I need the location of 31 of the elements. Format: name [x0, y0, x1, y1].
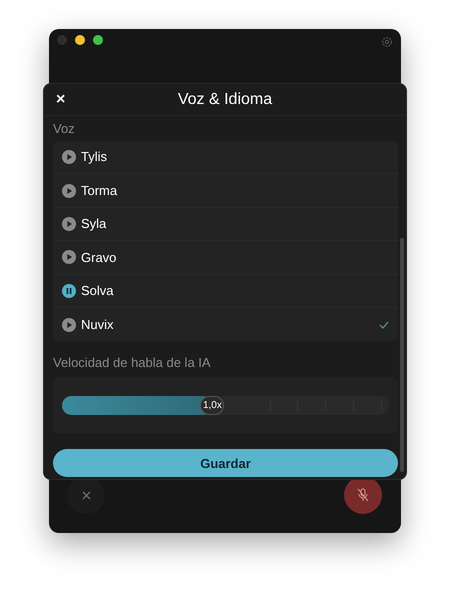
voice-row[interactable]: Syla — [53, 208, 398, 242]
voice-row[interactable]: Gravo — [53, 241, 398, 275]
play-icon[interactable] — [62, 250, 76, 264]
voice-row[interactable]: Solva — [53, 274, 398, 308]
section-label: Voz — [53, 120, 76, 138]
play-icon[interactable] — [62, 150, 76, 164]
zoom-window-button[interactable] — [93, 35, 103, 45]
voice-row[interactable]: Tylis — [53, 141, 398, 174]
voice-name: Syla — [81, 215, 108, 234]
play-icon[interactable] — [62, 318, 76, 332]
voice-name: Nuvix — [81, 316, 115, 334]
voice-row[interactable]: Torma — [53, 174, 398, 208]
play-icon[interactable] — [62, 184, 76, 198]
voice-name: Solva — [81, 282, 115, 300]
pause-icon[interactable] — [62, 284, 76, 298]
save-button[interactable]: Guardar — [53, 449, 398, 478]
settings-icon[interactable] — [381, 36, 393, 48]
minimize-window-button[interactable] — [75, 35, 85, 45]
section-label: Velocidad de habla de la IA — [53, 354, 212, 372]
muted-microphone-icon — [357, 488, 369, 502]
checkmark-icon — [379, 320, 389, 329]
slider-thumb[interactable]: 1,0x — [200, 396, 224, 415]
voice-name: Gravo — [81, 248, 118, 267]
play-icon[interactable] — [62, 216, 76, 231]
voice-name: Tylis — [81, 148, 108, 166]
speed-slider-track[interactable]: 1,0x — [62, 396, 389, 415]
voice-name: Torma — [81, 182, 118, 200]
close-button[interactable]: × — [56, 90, 66, 110]
sheet-title: Voz & Idioma — [178, 90, 272, 110]
close-icon — [82, 490, 90, 500]
voice-row[interactable]: Nuvix — [53, 308, 398, 342]
